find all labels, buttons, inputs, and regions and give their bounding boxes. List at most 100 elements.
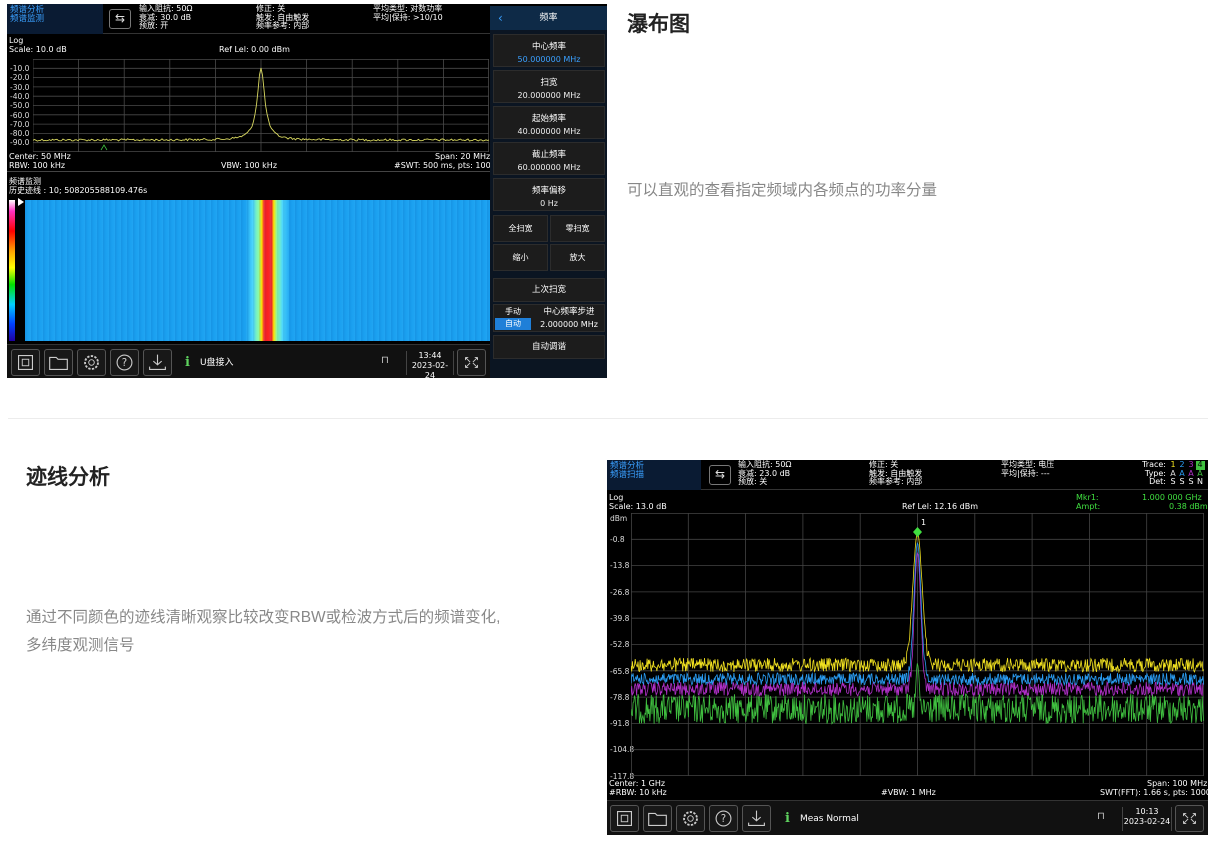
stop-freq-button[interactable]: 截止频率 60.000000 MHz: [493, 142, 605, 175]
menu-title: ‹ 频率: [490, 6, 607, 30]
swt-label: SWT(FFT): 1.66 s, pts: 10000: [1100, 788, 1208, 797]
log-label: Log: [9, 36, 24, 45]
status-text: Meas Normal: [799, 814, 859, 824]
freq-offset-button-label: 频率偏移: [531, 186, 566, 196]
page: 频谱分析 频谱监测 ⇆ 输入阻抗: 50Ω 衰减: 30.0 dB 预放: 开 …: [0, 0, 1215, 844]
center-freq: Center: 1 GHz: [609, 779, 666, 788]
clock-date: 2023-02-24: [411, 361, 449, 378]
y-tick-label: -78.8: [610, 692, 630, 702]
help-icon[interactable]: ?: [110, 349, 139, 376]
trace-status-table[interactable]: Trace: 1234 Type: AAAA Det: SSSN: [1133, 460, 1207, 487]
info-icon: i: [785, 811, 790, 826]
svg-text:?: ?: [721, 814, 726, 825]
vbw-label: #VBW: 1 MHz: [881, 788, 936, 797]
color-scale-pointer[interactable]: [18, 198, 24, 206]
back-icon[interactable]: ‹: [498, 6, 503, 30]
spectrum-plot[interactable]: [33, 59, 489, 152]
span-label: Span: 100 MHz: [1147, 779, 1208, 788]
span-button-value: 20.000000 MHz: [517, 91, 581, 100]
bottom-toolbar: ? i U盘接入 ⊓ 13:44 2023-02-24: [7, 344, 490, 378]
freq-offset-button[interactable]: 频率偏移 0 Hz: [493, 178, 605, 211]
svg-text:?: ?: [122, 358, 127, 369]
span-label: Span: 20 MHz: [435, 152, 491, 161]
monitor-title: 频谱监测: [9, 177, 41, 186]
folder-icon[interactable]: [643, 805, 672, 832]
marker-freq: 1.000 000 GHz: [1142, 493, 1202, 502]
span-button[interactable]: 扫宽 20.000000 MHz: [493, 70, 605, 103]
y-tick-label: -0.8: [610, 535, 625, 544]
auto-tune-button[interactable]: 自动调谐: [493, 335, 605, 359]
status-bar: 频谱分析 频谱监测 ⇆ 输入阻抗: 50Ω 衰减: 30.0 dB 预放: 开 …: [7, 4, 490, 34]
marker-icon: [100, 144, 108, 151]
start-freq-button-label: 起始频率: [531, 114, 566, 124]
usb-icon: ⊓: [1097, 811, 1105, 822]
help-icon[interactable]: ?: [709, 805, 738, 832]
download-icon[interactable]: [742, 805, 771, 832]
freq-ref: 频率参考: 内部: [869, 477, 923, 487]
det-row-label: Det:: [1149, 477, 1166, 487]
mode-line-2: 频谱扫描: [610, 470, 645, 480]
gear-icon[interactable]: [676, 805, 705, 832]
marker-ampt: 0.38 dBm: [1169, 502, 1208, 511]
section-divider: [8, 418, 1208, 419]
menu-title-text: 频率: [539, 13, 558, 23]
fullscreen-icon[interactable]: [1175, 805, 1204, 832]
swap-icon[interactable]: ⇆: [109, 9, 131, 29]
zero-span-button[interactable]: 零扫宽: [550, 215, 605, 242]
rbw-label: RBW: 100 kHz: [9, 161, 66, 170]
y-tick-label: -70.0: [10, 119, 30, 129]
trace-4-det: N: [1197, 477, 1204, 487]
clock: 10:13 2023-02-24: [1122, 807, 1172, 831]
step-mode-manual[interactable]: 手动: [495, 306, 531, 318]
swap-icon[interactable]: ⇆: [709, 465, 731, 485]
swt-label: #SWT: 500 ms, pts: 1000: [394, 161, 496, 170]
trace-screenshot: 频谱分析 频谱扫描 ⇆ 输入阻抗: 50Ω 衰减: 23.0 dB 预放: 关 …: [607, 460, 1208, 835]
info-column-1: 输入阻抗: 50Ω 衰减: 30.0 dB 预放: 开: [139, 4, 193, 31]
folder-icon[interactable]: [44, 349, 73, 376]
full-span-button[interactable]: 全扫宽: [493, 215, 548, 242]
step-mode-auto[interactable]: 自动: [495, 318, 531, 330]
marker-label: Mkr1:: [1076, 493, 1099, 502]
info-column-2: 修正: 关 触发: 自由触发 频率参考: 内部: [256, 4, 310, 31]
info-column-3: 平均类型: 对数功率 平均|保持: >10/10: [373, 4, 443, 22]
center-freq: Center: 50 MHz: [9, 152, 71, 161]
clock-time: 13:44: [418, 351, 442, 360]
trace-3-det: S: [1188, 477, 1194, 487]
freq-ref: 频率参考: 内部: [256, 21, 310, 31]
bottom-toolbar: ? i Meas Normal ⊓ 10:13 2023-02-24: [607, 800, 1208, 835]
status-text: U盘接入: [199, 358, 234, 368]
waterfall-display[interactable]: [25, 200, 490, 341]
mode-indicator[interactable]: 频谱分析 频谱监测: [7, 4, 103, 34]
center-freq-button[interactable]: 中心频率 50.000000 MHz: [493, 34, 605, 67]
y-tick-label: -52.8: [610, 640, 630, 650]
start-freq-button[interactable]: 起始频率 40.000000 MHz: [493, 106, 605, 139]
vbw-label: VBW: 100 kHz: [221, 161, 278, 170]
y-tick-label: -40.0: [10, 91, 30, 101]
waterfall-description: 可以直观的查看指定频域内各频点的功率分量: [627, 182, 938, 199]
last-span-button[interactable]: 上次扫宽: [493, 278, 605, 302]
screenshot-icon[interactable]: [11, 349, 40, 376]
zoom-out-button[interactable]: 缩小: [493, 244, 548, 271]
zoom-in-button[interactable]: 放大: [550, 244, 605, 271]
mode-line-2: 频谱监测: [10, 14, 45, 24]
history-label: 历史迹线 : 10; 508205588109.476s: [9, 186, 148, 195]
y-tick-label: -39.8: [610, 613, 630, 623]
trace-1-det: S: [1170, 477, 1176, 487]
marker-number: 1: [921, 518, 926, 527]
gear-icon[interactable]: [77, 349, 106, 376]
span-button-label: 扫宽: [540, 78, 558, 88]
avg-hold: 平均|保持: ---: [1001, 468, 1050, 478]
center-step-button[interactable]: 手动 自动 中心频率步进 2.000000 MHz: [493, 304, 605, 332]
step-label: 中心频率步进: [543, 307, 595, 317]
fullscreen-icon[interactable]: [457, 349, 486, 376]
trace-plot[interactable]: 1: [631, 513, 1204, 776]
trace-description-line-2: 多纬度观测信号: [26, 637, 135, 654]
center-freq-button-label: 中心频率: [531, 42, 566, 52]
download-icon[interactable]: [143, 349, 172, 376]
start-freq-button-value: 40.000000 MHz: [517, 127, 581, 136]
screenshot-icon[interactable]: [610, 805, 639, 832]
rbw-label: #RBW: 10 kHz: [609, 788, 667, 797]
avg-hold: 平均|保持: >10/10: [373, 12, 443, 22]
y-tick-label: -30.0: [10, 82, 30, 92]
mode-indicator[interactable]: 频谱分析 频谱扫描: [607, 460, 701, 490]
